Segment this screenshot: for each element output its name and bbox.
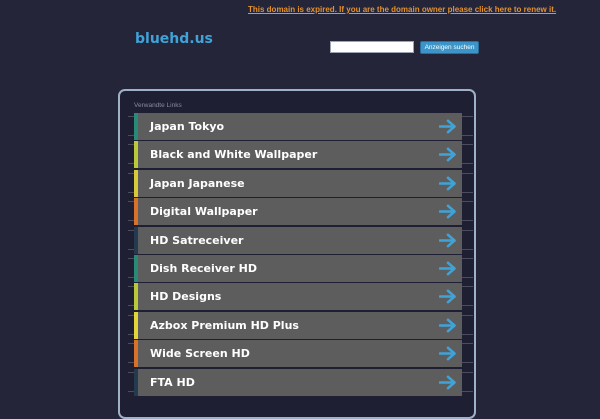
link-accent-bar: [134, 311, 138, 339]
arrow-right-icon: [439, 147, 456, 162]
arrow-right-icon: [439, 261, 456, 276]
link-label: FTA HD: [150, 375, 195, 389]
arrow-right-icon: [439, 289, 456, 304]
related-link-item[interactable]: Japan Japanese: [134, 169, 462, 197]
link-accent-bar: [134, 141, 138, 169]
arrow-right-icon: [439, 176, 456, 191]
link-accent-bar: [134, 368, 138, 396]
link-accent-bar: [134, 198, 138, 226]
link-label: Japan Japanese: [150, 176, 245, 190]
related-link-item[interactable]: Digital Wallpaper: [134, 198, 462, 226]
search-input[interactable]: [330, 41, 414, 53]
domain-expired-notice-link[interactable]: This domain is expired. If you are the d…: [248, 5, 556, 14]
related-link-item[interactable]: FTA HD: [134, 368, 462, 396]
arrow-right-icon: [439, 346, 456, 361]
link-label: Japan Tokyo: [150, 120, 225, 133]
related-link-item[interactable]: Japan Tokyo: [134, 113, 462, 140]
link-accent-bar: [134, 254, 138, 282]
related-links-list: Japan Tokyo Black and White Wallpaper Japa…: [134, 113, 462, 397]
link-label: Azbox Premium HD Plus: [150, 318, 299, 332]
search-button[interactable]: Anzeigen suchen: [420, 41, 479, 54]
related-link-item[interactable]: Azbox Premium HD Plus: [134, 311, 462, 339]
link-accent-bar: [134, 169, 138, 197]
related-link-item[interactable]: HD Satreceiver: [134, 226, 462, 254]
link-accent-bar: [134, 113, 138, 140]
site-logo[interactable]: bluehd.us: [135, 31, 213, 47]
link-label: Digital Wallpaper: [150, 205, 258, 219]
arrow-right-icon: [439, 204, 456, 219]
panel-title: Verwandte Links: [134, 102, 182, 109]
related-link-item[interactable]: Dish Receiver HD: [134, 254, 462, 282]
link-accent-bar: [134, 283, 138, 311]
arrow-right-icon: [439, 375, 456, 390]
related-link-item[interactable]: Wide Screen HD: [134, 340, 462, 368]
link-label: HD Satreceiver: [150, 233, 244, 247]
link-label: Dish Receiver HD: [150, 261, 258, 275]
related-link-item[interactable]: Black and White Wallpaper: [134, 141, 462, 169]
arrow-right-icon: [439, 119, 456, 134]
arrow-right-icon: [439, 233, 456, 248]
link-label: HD Designs: [150, 290, 222, 304]
related-link-item[interactable]: HD Designs: [134, 283, 462, 311]
link-label: Black and White Wallpaper: [150, 148, 318, 162]
link-accent-bar: [134, 226, 138, 254]
link-accent-bar: [134, 340, 138, 368]
arrow-right-icon: [439, 318, 456, 333]
link-label: Wide Screen HD: [150, 347, 250, 361]
